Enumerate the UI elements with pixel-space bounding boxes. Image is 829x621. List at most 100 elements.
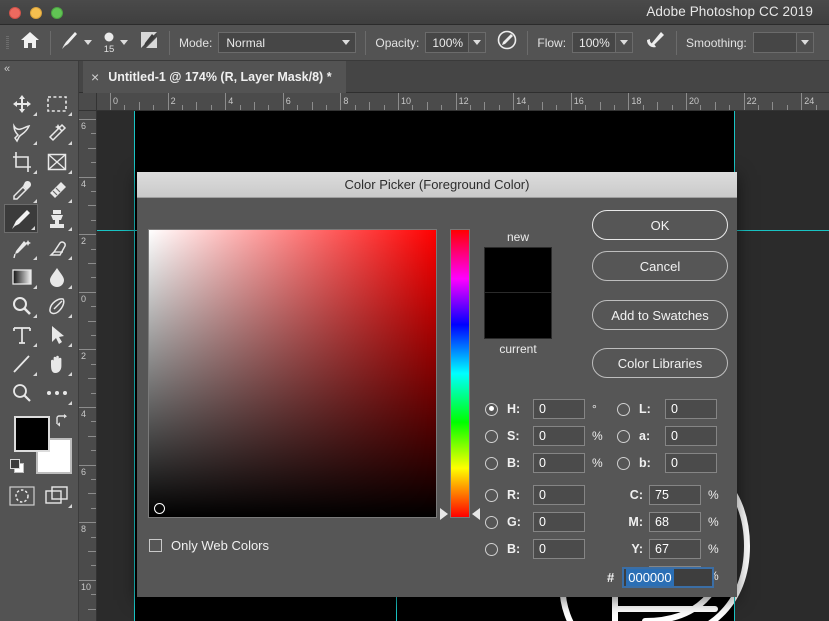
brush-tool[interactable]	[4, 204, 38, 233]
default-colors-icon[interactable]	[10, 459, 25, 479]
brush-size-preview[interactable]: 15	[102, 31, 116, 54]
options-bar-grip[interactable]	[3, 32, 13, 54]
hue-radio[interactable]	[485, 403, 498, 416]
foreground-color-swatch[interactable]	[14, 416, 50, 452]
cancel-button[interactable]: Cancel	[592, 251, 728, 281]
window-minimize-button[interactable]	[30, 7, 42, 19]
home-button[interactable]	[19, 30, 41, 55]
saturation-radio[interactable]	[485, 430, 498, 443]
green-input[interactable]: 0	[533, 512, 585, 532]
hue-slider[interactable]	[450, 229, 470, 518]
brush-settings-button[interactable]	[138, 29, 160, 56]
ruler-corner[interactable]	[79, 93, 97, 111]
brightness-row[interactable]: B: 0 %	[485, 452, 603, 474]
blend-mode-select[interactable]: Normal	[218, 32, 356, 53]
yellow-row[interactable]: Y: 67 %	[617, 538, 719, 560]
lab-a-radio[interactable]	[617, 430, 630, 443]
quick-mask-button[interactable]	[5, 481, 39, 510]
smoothing-chevron-down-icon[interactable]	[797, 32, 814, 53]
blue-row[interactable]: B: 0	[485, 538, 585, 560]
horizontal-ruler[interactable]: 024681012141618202224	[97, 93, 829, 111]
hue-slider-handle-left[interactable]	[440, 508, 448, 520]
tools-panel-collapse-handle[interactable]: «	[4, 63, 9, 75]
chevron-down-icon[interactable]	[80, 32, 96, 54]
smoothing-input[interactable]	[753, 32, 797, 53]
lab-b-input[interactable]: 0	[665, 453, 717, 473]
opacity-chevron-down-icon[interactable]	[469, 32, 486, 53]
add-to-swatches-button[interactable]: Add to Swatches	[592, 300, 728, 330]
hue-row[interactable]: H: 0 °	[485, 398, 597, 420]
airbrush-toggle[interactable]	[643, 29, 667, 56]
red-row[interactable]: R: 0	[485, 484, 585, 506]
ok-button[interactable]: OK	[592, 210, 728, 240]
line-tool[interactable]	[5, 349, 39, 378]
window-maximize-button[interactable]	[51, 7, 63, 19]
blur-tool[interactable]	[40, 262, 74, 291]
lab-b-row[interactable]: b: 0	[617, 452, 717, 474]
yellow-input[interactable]: 67	[649, 539, 701, 559]
red-radio[interactable]	[485, 489, 498, 502]
green-row[interactable]: G: 0	[485, 511, 585, 533]
cyan-input[interactable]: 75	[649, 485, 701, 505]
blue-radio[interactable]	[485, 543, 498, 556]
lightness-row[interactable]: L: 0	[617, 398, 717, 420]
eraser-tool[interactable]	[40, 233, 74, 262]
hand-tool[interactable]	[40, 349, 74, 378]
flow-chevron-down-icon[interactable]	[616, 32, 633, 53]
close-icon[interactable]: ×	[91, 70, 99, 84]
only-web-colors-checkbox[interactable]	[149, 539, 162, 552]
hex-input[interactable]: 000000	[622, 567, 714, 588]
pen-tool[interactable]	[40, 291, 74, 320]
pressure-opacity-toggle[interactable]	[496, 29, 518, 56]
saturation-row[interactable]: S: 0 %	[485, 425, 603, 447]
color-field-marker[interactable]	[154, 503, 165, 514]
dodge-tool[interactable]	[5, 291, 39, 320]
screen-mode-button[interactable]	[40, 481, 74, 510]
opacity-input[interactable]: 100%	[425, 32, 469, 53]
green-radio[interactable]	[485, 516, 498, 529]
window-close-button[interactable]	[9, 7, 21, 19]
lightness-input[interactable]: 0	[665, 399, 717, 419]
cyan-row[interactable]: C: 75 %	[617, 484, 719, 506]
brightness-radio[interactable]	[485, 457, 498, 470]
only-web-colors-row[interactable]: Only Web Colors	[149, 538, 269, 553]
zoom-tool[interactable]	[5, 378, 39, 407]
rectangular-marquee-tool[interactable]	[40, 89, 74, 118]
document-tab[interactable]: × Untitled-1 @ 174% (R, Layer Mask/8) *	[83, 61, 346, 93]
hex-row[interactable]: # 000000	[607, 567, 714, 588]
history-brush-tool[interactable]	[5, 233, 39, 262]
guide-vertical-left[interactable]	[134, 111, 135, 621]
lightness-radio[interactable]	[617, 403, 630, 416]
edit-toolbar-tool[interactable]	[40, 378, 74, 407]
healing-brush-tool[interactable]	[40, 176, 74, 205]
brightness-input[interactable]: 0	[533, 453, 585, 473]
brush-size-chevron-down-icon[interactable]	[116, 32, 132, 54]
current-color-swatch[interactable]	[484, 293, 552, 339]
flow-input[interactable]: 100%	[572, 32, 616, 53]
blue-input[interactable]: 0	[533, 539, 585, 559]
crop-tool[interactable]	[5, 147, 39, 176]
type-tool[interactable]	[5, 320, 39, 349]
vertical-ruler[interactable]: 6420246810	[79, 111, 97, 621]
eyedropper-tool[interactable]	[5, 176, 39, 205]
swap-colors-icon[interactable]	[55, 413, 70, 433]
lab-a-row[interactable]: a: 0	[617, 425, 717, 447]
lasso-tool[interactable]	[5, 118, 39, 147]
move-tool[interactable]	[5, 89, 39, 118]
hue-input[interactable]: 0	[533, 399, 585, 419]
magenta-input[interactable]: 68	[649, 512, 701, 532]
lab-b-radio[interactable]	[617, 457, 630, 470]
clone-stamp-tool[interactable]	[40, 204, 74, 233]
hue-slider-handle-right[interactable]	[472, 508, 480, 520]
lab-a-input[interactable]: 0	[665, 426, 717, 446]
color-libraries-button[interactable]: Color Libraries	[592, 348, 728, 378]
frame-tool[interactable]	[40, 147, 74, 176]
red-input[interactable]: 0	[533, 485, 585, 505]
magic-wand-tool[interactable]	[40, 118, 74, 147]
path-selection-tool[interactable]	[40, 320, 74, 349]
saturation-brightness-field[interactable]	[148, 229, 437, 518]
gradient-tool[interactable]	[5, 262, 39, 291]
magenta-row[interactable]: M: 68 %	[617, 511, 719, 533]
brush-preset-picker[interactable]	[60, 29, 96, 56]
saturation-input[interactable]: 0	[533, 426, 585, 446]
